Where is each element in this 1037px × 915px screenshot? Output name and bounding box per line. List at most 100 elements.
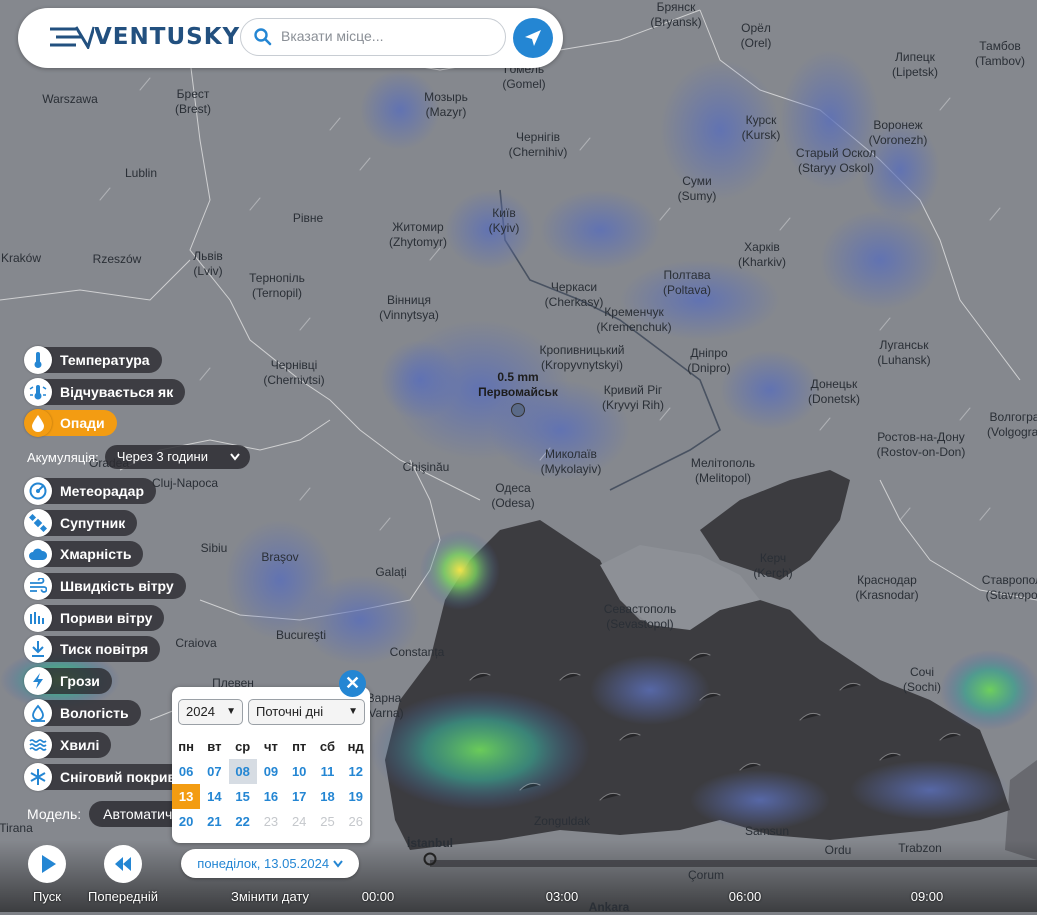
city-label: Липецк (Lipetsk): [891, 50, 939, 79]
city-label: Кременчук (Kremenchuk): [596, 305, 672, 334]
year-value: 2024: [186, 704, 215, 719]
layer-radar[interactable]: Метеорадар: [24, 477, 157, 505]
close-icon[interactable]: ✕: [339, 670, 366, 697]
previous-button[interactable]: [104, 845, 142, 883]
calendar-day[interactable]: 14: [200, 784, 228, 809]
calendar-day[interactable]: 08: [228, 759, 257, 784]
city-label: Ordu: [824, 843, 852, 857]
calendar-day[interactable]: 16: [257, 784, 285, 809]
weekday: пн: [178, 739, 194, 754]
timeline-bar[interactable]: [430, 860, 1037, 867]
calendar-day[interactable]: 22: [229, 809, 257, 834]
search-box[interactable]: [240, 18, 506, 56]
calendar-day[interactable]: 20: [172, 809, 200, 834]
city-label: Курск (Kursk): [741, 113, 781, 142]
city-label: Полтава (Poltava): [662, 268, 712, 297]
city-label: Galați: [375, 565, 407, 579]
city-label: Орёл (Orel): [740, 21, 772, 50]
layer-satellite[interactable]: Супутник: [24, 509, 138, 537]
layer-feels-like[interactable]: Відчувається як: [24, 378, 186, 406]
calendar-day[interactable]: 10: [285, 759, 313, 784]
accumulation-value: Через 3 години: [116, 449, 208, 464]
gust-icon: [24, 604, 52, 632]
navigation-arrow-icon: [525, 30, 541, 46]
calendar-day[interactable]: 06: [172, 759, 200, 784]
city-label: Дніпро (Dnipro): [687, 346, 731, 375]
layer-precipitation[interactable]: Опади: [24, 409, 117, 437]
weekday: пт: [292, 739, 307, 754]
layer-temperature[interactable]: Температура: [24, 346, 162, 374]
city-label: Севастополь (Sevastopol): [603, 602, 677, 631]
calendar-day[interactable]: 09: [257, 759, 285, 784]
calendar-day[interactable]: 07: [200, 759, 228, 784]
city-label: Мозырь (Mazyr): [424, 90, 468, 119]
city-label: Одеса (Odesa): [491, 481, 535, 510]
calendar-day[interactable]: 11: [313, 759, 341, 784]
calendar-day-disabled: 23: [263, 814, 279, 829]
layer-wind-gusts[interactable]: Пориви вітру: [24, 604, 165, 632]
weekday: сб: [319, 739, 335, 754]
city-label: Ростов-на-Дону (Rostov-on-Don): [876, 430, 966, 459]
range-select[interactable]: Поточні дні ▼: [248, 699, 365, 725]
marker-city: Первомайськ: [478, 385, 558, 399]
date-button[interactable]: понеділок, 13.05.2024: [181, 849, 359, 878]
city-label: Київ (Kyiv): [488, 206, 520, 235]
city-label: Черкаси (Cherkasy): [544, 280, 604, 309]
layer-pressure[interactable]: Тиск повітря: [24, 635, 161, 663]
city-label: Кропивницький (Kropyvnytskyi): [539, 343, 625, 372]
play-button[interactable]: [28, 845, 66, 883]
city-label: Kraków: [0, 251, 42, 265]
locate-button[interactable]: [513, 18, 553, 58]
layer-label: Сніговий покрив: [38, 764, 189, 790]
layer-humidity[interactable]: Вологість: [24, 699, 141, 727]
accumulation-control: Акумуляція: Через 3 години: [27, 445, 250, 469]
weekday: вт: [207, 739, 222, 754]
layer-snow-cover[interactable]: Сніговий покрив: [24, 763, 189, 791]
timeline-tick: 03:00: [545, 889, 579, 904]
layer-clouds[interactable]: Хмарність: [24, 540, 144, 568]
layer-label: Відчувається як: [38, 379, 186, 405]
city-label: Samsun: [744, 824, 790, 838]
city-label: Чернівці (Chernivtsi): [263, 358, 325, 387]
logo-text: VENTUSKY: [94, 24, 241, 50]
calendar-day[interactable]: 21: [200, 809, 228, 834]
model-label: Модель:: [27, 806, 82, 822]
location-marker[interactable]: [511, 403, 525, 417]
weekday-header: пн вт ср чт пт сб нд: [172, 734, 370, 759]
calendar-day[interactable]: 18: [313, 784, 341, 809]
logo[interactable]: VENTUSKY: [48, 24, 240, 50]
city-label: Кривий Ріг (Kryvyi Rih): [602, 383, 664, 412]
precip-value: 0.5 mm: [497, 370, 539, 384]
calendar-day-selected[interactable]: 13: [172, 784, 201, 809]
chevron-down-icon: [230, 453, 240, 461]
change-date-label: Змінити дату: [230, 889, 310, 904]
weekday: ср: [235, 739, 251, 754]
calendar-day[interactable]: 17: [285, 784, 313, 809]
wind-icon: [24, 572, 52, 600]
weekday: нд: [347, 739, 364, 754]
calendar-day[interactable]: 12: [342, 759, 370, 784]
calendar-grid: пн вт ср чт пт сб нд 06 07 08 09 10 11 1…: [172, 734, 370, 834]
city-label: Trabzon: [898, 841, 942, 855]
search-input[interactable]: [279, 27, 483, 45]
city-label: Львів (Lviv): [193, 249, 223, 278]
previous-label: Попередній: [88, 889, 158, 904]
city-label: Рівне: [292, 211, 324, 225]
layer-thunderstorms[interactable]: Грози: [24, 667, 112, 695]
humidity-icon: [24, 699, 52, 727]
layer-waves[interactable]: Хвилі: [24, 731, 112, 759]
timeline-handle[interactable]: [422, 851, 438, 867]
year-select[interactable]: 2024 ▼: [178, 699, 243, 725]
rewind-icon: [115, 857, 131, 871]
timeline-tick: 00:00: [361, 889, 395, 904]
pressure-icon: [24, 635, 52, 663]
calendar-day[interactable]: 15: [229, 784, 257, 809]
city-label: Çorum: [687, 868, 725, 882]
city-label: Zonguldak: [533, 814, 591, 828]
current-date: понеділок, 13.05.2024: [197, 856, 330, 871]
layer-wind-speed[interactable]: Швидкість вітру: [24, 572, 186, 600]
city-label: Варна (Varna): [364, 691, 404, 720]
calendar-day[interactable]: 19: [342, 784, 370, 809]
accumulation-select[interactable]: Через 3 години: [104, 445, 250, 469]
calendar-day-disabled: 24: [291, 814, 307, 829]
